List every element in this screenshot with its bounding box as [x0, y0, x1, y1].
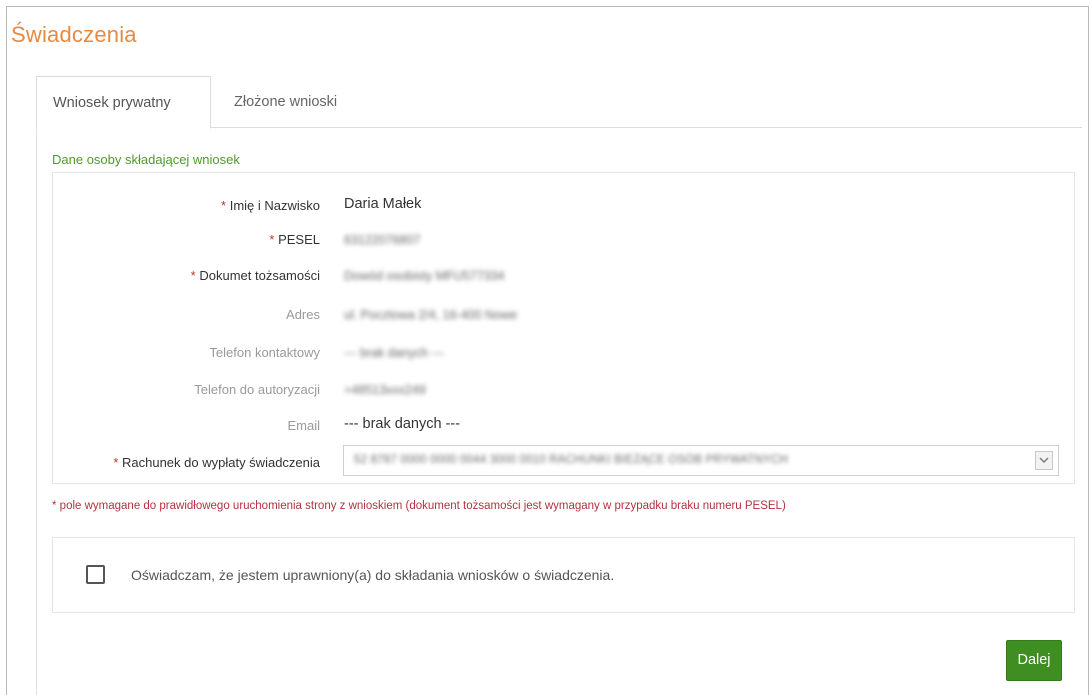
field-value-id-document: Dowód osobisty MFU577334 [344, 269, 505, 283]
required-mark: * [221, 198, 227, 213]
chevron-down-icon[interactable] [1035, 451, 1053, 470]
field-row-account: * Rachunek do wypłaty świadczenia 52 878… [53, 445, 1074, 476]
field-row-auth-phone: Telefon do autoryzacji +48513xxx249 [53, 378, 1074, 402]
field-row-id-document: * Dokumet tożsamości Dowód osobisty MFU5… [53, 264, 1074, 288]
field-label-contact-phone: Telefon kontaktowy [209, 345, 320, 360]
field-row-address: Adres ul. Pocztowa 2/4, 16-400 Nowe [53, 303, 1074, 327]
field-value-email: --- brak danych --- [344, 416, 461, 432]
field-value-address: ul. Pocztowa 2/4, 16-400 Nowe [344, 308, 518, 322]
declaration-label[interactable]: Oświadczam, że jestem uprawniony(a) do s… [131, 567, 614, 583]
account-select-value: 52 8787 0000 0000 0044 3000 0010 RACHUNK… [354, 454, 789, 466]
required-mark: * [269, 232, 275, 247]
field-label-account: * Rachunek do wypłaty świadczenia [113, 455, 320, 470]
page-title: Świadczenia [11, 22, 137, 47]
field-row-pesel: * PESEL 63122076807 [53, 228, 1074, 252]
field-label-pesel: * PESEL [269, 232, 320, 247]
declaration-checkbox[interactable] [86, 565, 105, 584]
required-mark: * [113, 455, 119, 470]
content-divider [36, 128, 37, 695]
field-label-address: Adres [286, 307, 320, 322]
field-label-auth-phone: Telefon do autoryzacji [194, 382, 320, 397]
field-label-name: * Imię i Nazwisko [221, 198, 320, 213]
field-value-pesel: 63122076807 [344, 233, 421, 247]
declaration-panel: Oświadczam, że jestem uprawniony(a) do s… [52, 537, 1075, 613]
field-value-auth-phone: +48513xxx249 [344, 383, 426, 397]
tab-bar: Wniosek prywatny Złożone wnioski [36, 76, 1082, 129]
section-title: Dane osoby składającej wniosek [52, 152, 240, 167]
field-row-name: * Imię i Nazwisko Daria Małek [53, 194, 1074, 218]
field-row-email: Email --- brak danych --- [53, 414, 1074, 438]
field-label-email: Email [287, 418, 320, 433]
next-button[interactable]: Dalej [1006, 640, 1062, 681]
tab-submitted-applications[interactable]: Złożone wnioski [218, 76, 353, 128]
required-mark: * [190, 268, 196, 283]
field-value-name: Daria Małek [344, 196, 422, 212]
field-label-id-document: * Dokumet tożsamości [190, 268, 320, 283]
applicant-data-panel: * Imię i Nazwisko Daria Małek * PESEL 63… [52, 172, 1075, 484]
field-value-contact-phone: --- brak danych --- [344, 346, 445, 360]
tab-private-application[interactable]: Wniosek prywatny [36, 76, 211, 129]
account-select[interactable]: 52 8787 0000 0000 0044 3000 0010 RACHUNK… [343, 445, 1059, 476]
field-row-contact-phone: Telefon kontaktowy --- brak danych --- [53, 341, 1074, 365]
required-fields-note: * pole wymagane do prawidłowego uruchomi… [52, 500, 786, 512]
